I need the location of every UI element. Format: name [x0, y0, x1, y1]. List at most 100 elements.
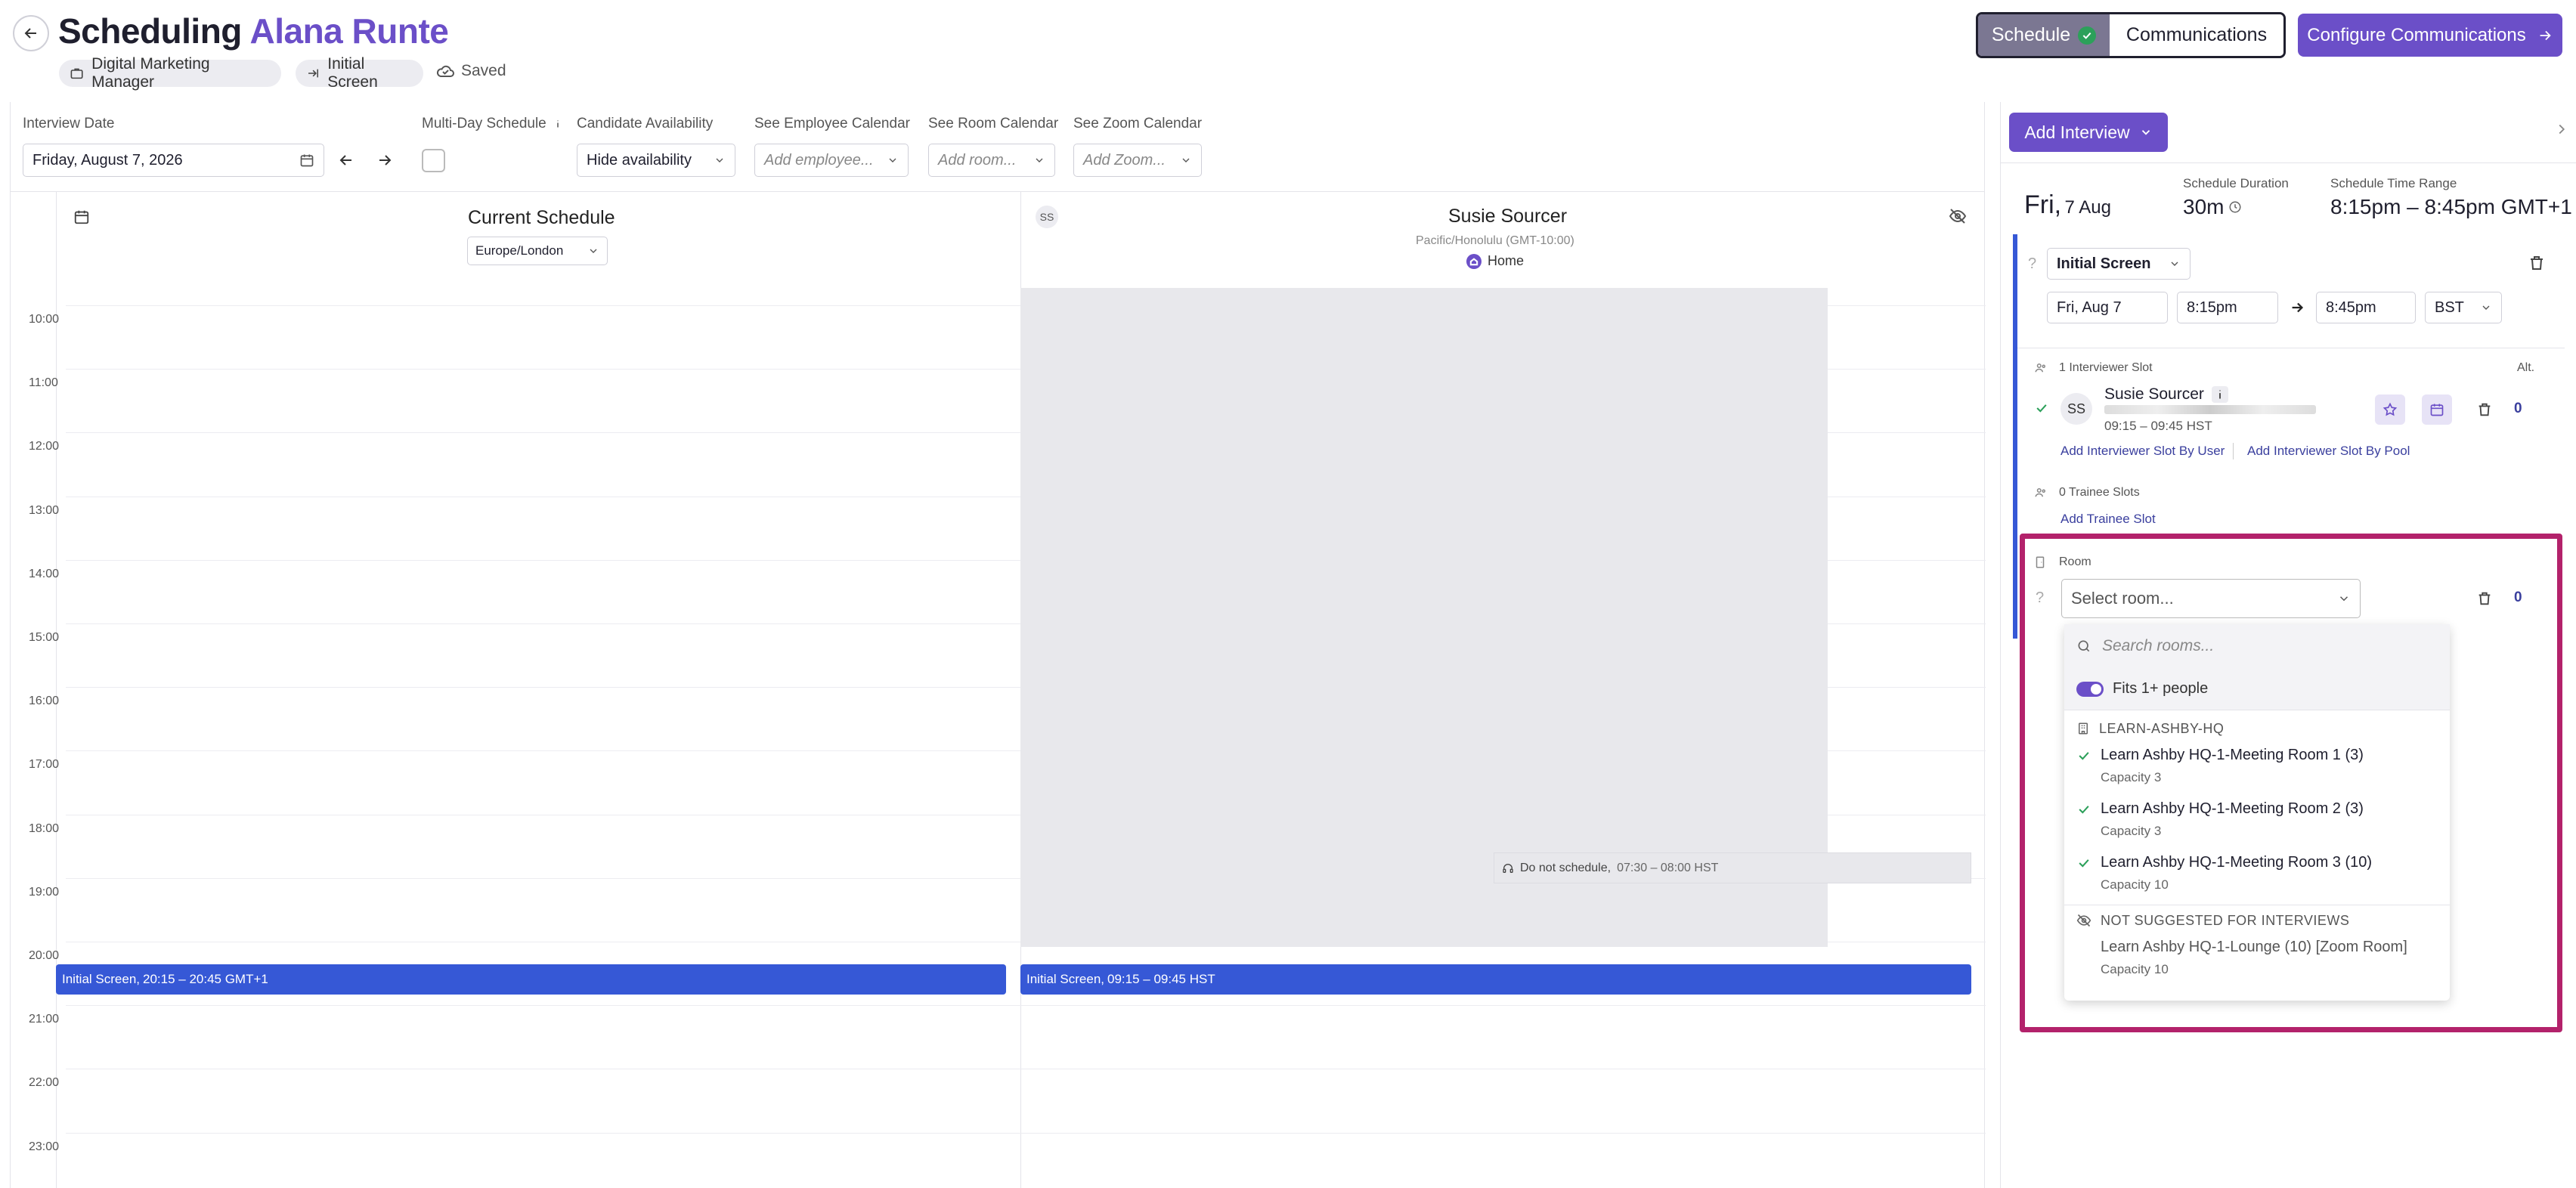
room-calendar-label: See Room Calendar: [928, 116, 1059, 131]
unavailable-block: [1020, 288, 1828, 947]
start-time-value: 8:15pm: [2187, 299, 2237, 316]
hour-gridline: [66, 1132, 1986, 1134]
trainee-slots-label: 0 Trainee Slots: [2059, 486, 2140, 499]
candidate-name[interactable]: Alana Runte: [249, 11, 448, 51]
job-chip[interactable]: Digital Marketing Manager: [59, 55, 281, 91]
hour-label: 11:00: [29, 376, 58, 390]
room-calendar-select[interactable]: Add room...: [928, 144, 1055, 177]
favorite-button[interactable]: [2375, 394, 2405, 425]
chevron-right-icon[interactable]: [2553, 121, 2570, 138]
schedule-date-value: 7 Aug: [2064, 197, 2111, 218]
hour-label: 21:00: [29, 1013, 60, 1026]
hour-label: 23:00: [29, 1140, 60, 1153]
event-current-schedule[interactable]: Initial Screen, 20:15 – 20:45 GMT+1: [56, 964, 1006, 995]
users-icon: [2034, 486, 2048, 500]
add-trainee-slot-link[interactable]: Add Trainee Slot: [2060, 512, 2156, 527]
home-icon: [1466, 253, 1482, 269]
multi-day-checkbox[interactable]: [422, 149, 445, 172]
employee-calendar-placeholder: Add employee...: [764, 151, 874, 169]
clock-icon: [2228, 200, 2242, 214]
interviewer-name[interactable]: Susie Sourcer: [2104, 385, 2204, 404]
do-not-schedule-block[interactable]: Do not schedule, 07:30 – 08:00 HST: [1494, 852, 1971, 883]
interview-type-select[interactable]: Initial Screen: [2047, 248, 2191, 280]
chevron-down-icon: [587, 245, 599, 257]
configure-communications-button[interactable]: Configure Communications: [2298, 14, 2562, 57]
help-icon: ?: [2028, 255, 2037, 272]
add-interviewer-slot-by-user-link[interactable]: Add Interviewer Slot By User: [2060, 444, 2225, 459]
hour-label: 12:00: [29, 440, 60, 453]
event-time: 09:15 – 09:45 HST: [1107, 972, 1215, 986]
chevron-down-icon: [2480, 302, 2492, 314]
room-highlight-frame: [2020, 534, 2562, 1032]
stage-arrow-icon: [306, 66, 320, 81]
communications-tab[interactable]: Communications: [2110, 14, 2283, 56]
interviewer-time: 09:15 – 09:45 HST: [2104, 419, 2212, 433]
hour-gridline: [66, 1005, 1986, 1007]
candidate-availability-select[interactable]: Hide availability: [577, 144, 735, 177]
current-schedule-title: Current Schedule: [468, 207, 615, 228]
candidate-availability-value: Hide availability: [587, 151, 692, 169]
add-interviewer-slot-by-pool-link[interactable]: Add Interviewer Slot By Pool: [2247, 444, 2410, 459]
timezone-select[interactable]: Europe/London: [467, 237, 608, 265]
trash-icon[interactable]: [2528, 254, 2546, 272]
hour-label: 16:00: [29, 695, 60, 708]
multi-day-label-text: Multi-Day Schedule: [422, 116, 546, 131]
hour-label: 14:00: [29, 567, 60, 580]
arrow-right-icon: [2289, 299, 2305, 316]
trash-icon[interactable]: [2476, 401, 2493, 418]
zoom-calendar-placeholder: Add Zoom...: [1083, 151, 1166, 169]
duration-value: 30m: [2183, 195, 2225, 218]
duration-label: Schedule Duration: [2183, 176, 2289, 190]
prev-day-arrow-icon[interactable]: [337, 151, 355, 169]
interviewer-name-row: Susie Sourcer: [2104, 385, 2228, 404]
calendar-button[interactable]: [2422, 394, 2452, 425]
saved-label: Saved: [461, 62, 506, 79]
duration-display: 30m: [2183, 195, 2242, 219]
zoom-calendar-select[interactable]: Add Zoom...: [1073, 144, 1202, 177]
timezone-select[interactable]: BST: [2425, 292, 2502, 323]
add-interview-button[interactable]: Add Interview: [2009, 113, 2168, 152]
alt-label: Alt.: [2517, 361, 2535, 374]
schedule-date: Fri, 7 Aug: [2024, 190, 2111, 220]
hour-label: 15:00: [29, 631, 60, 644]
candidate-availability-label: Candidate Availability: [577, 116, 714, 131]
avatar: SS: [2060, 393, 2092, 425]
configure-communications-label: Configure Communications: [2307, 24, 2526, 45]
interviewer-count: 0: [2514, 401, 2522, 416]
start-time-field[interactable]: 8:15pm: [2177, 292, 2278, 323]
headphones-icon: [1502, 862, 1514, 874]
employee-calendar-select[interactable]: Add employee...: [754, 144, 909, 177]
stage-chip[interactable]: Initial Screen: [296, 55, 423, 91]
star-icon: [2382, 402, 2398, 417]
time-column-divider: [56, 192, 57, 1188]
chevron-down-icon: [1180, 154, 1192, 166]
next-day-arrow-icon[interactable]: [376, 151, 394, 169]
hour-label: 18:00: [29, 821, 60, 835]
back-button[interactable]: [13, 15, 49, 51]
view-toggle: Schedule Communications: [1976, 12, 2286, 58]
employee-calendar-label: See Employee Calendar: [754, 116, 910, 131]
app-root: Scheduling Alana Runte Digital Marketing…: [0, 0, 2576, 1188]
users-icon: [2034, 361, 2048, 375]
communications-tab-label: Communications: [2126, 24, 2268, 45]
timezone-value: BST: [2435, 299, 2464, 316]
chevron-down-icon: [714, 154, 726, 166]
schedule-tab[interactable]: Schedule: [1978, 14, 2110, 56]
room-calendar-placeholder: Add room...: [938, 151, 1017, 169]
eye-off-icon[interactable]: [1949, 207, 1967, 225]
event-interviewer[interactable]: Initial Screen, 09:15 – 09:45 HST: [1020, 964, 1971, 995]
calendar-icon: [73, 209, 90, 225]
chevron-down-icon: [2169, 258, 2181, 270]
cloud-check-icon: [435, 63, 455, 79]
chevron-down-icon: [1033, 154, 1045, 166]
interview-date-input[interactable]: Friday, August 7, 2026: [23, 144, 324, 177]
page-title: Scheduling Alana Runte: [58, 11, 449, 51]
info-icon[interactable]: [551, 117, 565, 131]
job-chip-label: Digital Marketing Manager: [91, 55, 210, 91]
schedule-day: Fri,: [2024, 190, 2062, 219]
end-time-field[interactable]: 8:45pm: [2316, 292, 2416, 323]
info-icon[interactable]: [2211, 386, 2228, 403]
interview-date-field[interactable]: Fri, Aug 7: [2047, 292, 2168, 323]
event-title: Initial Screen,: [1026, 972, 1104, 986]
interview-type-value: Initial Screen: [2057, 255, 2151, 272]
